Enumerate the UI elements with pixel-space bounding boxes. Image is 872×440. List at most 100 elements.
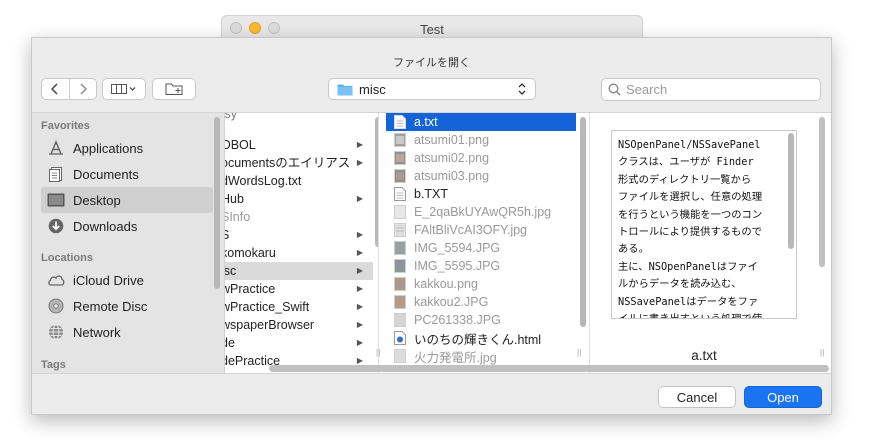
sidebar-item-label: Network (73, 324, 121, 340)
cancel-button[interactable]: Cancel (658, 386, 736, 408)
sidebar-item-network[interactable]: Network (41, 319, 213, 345)
list-item[interactable]: Hub▶ (225, 190, 373, 208)
sidebar-item-label: Documents (73, 166, 139, 182)
image-file-icon (394, 241, 406, 255)
image-file-icon (394, 313, 406, 327)
list-item[interactable]: ocumentsのエイリアス ▶ (225, 154, 373, 172)
file-item[interactable]: atsumi03.png (386, 167, 576, 185)
file-item[interactable]: E_2qaBkUYAwQR5h.jpg (386, 203, 576, 221)
preview-pane: NSOpenPanel/NSSavePanel クラスは、ユーザが Finder… (591, 113, 831, 373)
sidebar-item-desktop[interactable]: Desktop (41, 187, 213, 213)
search-icon (608, 83, 621, 96)
window-title: Test (420, 22, 444, 37)
up-down-arrows-icon (518, 83, 526, 95)
back-button[interactable] (42, 79, 69, 99)
open-file-dialog: ファイルを開く misc Search Favorites Applicatio… (31, 37, 832, 415)
icloud-icon (47, 271, 65, 289)
file-item[interactable]: kakkou.png (386, 275, 576, 293)
column-misc-folder: a.txt atsumi01.png atsumi02.png atsumi03… (385, 113, 590, 373)
image-file-icon (394, 295, 406, 309)
chevron-right-icon: ▶ (356, 338, 363, 347)
list-item[interactable]: de▶ (225, 334, 373, 352)
preview-scrollbar[interactable] (788, 133, 794, 249)
network-icon (47, 323, 65, 341)
list-item[interactable]: S▶ (225, 226, 373, 244)
horizontal-scrollbar[interactable] (269, 365, 829, 372)
sidebar-item-downloads[interactable]: Downloads (41, 213, 213, 239)
list-item[interactable]: dWordsLog.txt (225, 172, 373, 190)
sidebar-item-applications[interactable]: Applications (41, 135, 213, 161)
chevron-right-icon: ▶ (356, 302, 363, 311)
downloads-icon (47, 217, 65, 235)
sidebar-item-icloud-drive[interactable]: iCloud Drive (41, 267, 213, 293)
text-file-icon (394, 115, 406, 129)
image-file-icon (394, 169, 406, 183)
column-resize-handle[interactable]: | | (577, 348, 582, 357)
list-item[interactable]: wspaperBrowser ▶ (225, 316, 373, 334)
dialog-title: ファイルを開く (393, 57, 470, 69)
column-resize-handle[interactable]: | | (376, 348, 381, 357)
image-file-icon (394, 259, 406, 273)
file-item[interactable]: kakkou2.JPG (386, 293, 576, 311)
image-file-icon (394, 349, 406, 363)
file-item[interactable]: IMG_5595.JPG (386, 257, 576, 275)
column1-scrollbar[interactable] (375, 117, 378, 247)
sidebar-item-remote-disc[interactable]: Remote Disc (41, 293, 213, 319)
back-forward-group (41, 78, 97, 100)
file-item[interactable]: b.TXT (386, 185, 576, 203)
folder-icon (337, 84, 353, 95)
path-popup[interactable]: misc (328, 78, 536, 100)
file-item[interactable]: IMG_5594.JPG (386, 239, 576, 257)
image-file-icon (394, 151, 406, 165)
list-item[interactable]: OBOL▶ (225, 136, 373, 154)
list-item[interactable]: wPractice ▶ (225, 280, 373, 298)
applications-icon (47, 139, 65, 157)
preview-pane-scrollbar[interactable] (819, 117, 825, 267)
chevron-right-icon: ▶ (356, 320, 363, 329)
list-item[interactable]: komokaru ▶ (225, 244, 373, 262)
favorites-header: Favorites (41, 120, 90, 132)
sidebar-item-documents[interactable]: Documents (41, 161, 213, 187)
image-file-icon (394, 223, 406, 237)
list-item[interactable]: .sy (225, 113, 373, 123)
column2-scrollbar[interactable] (580, 117, 586, 327)
sidebar-item-label: Remote Disc (73, 298, 148, 314)
forward-button[interactable] (68, 79, 97, 99)
column-parent-folder: .sy OBOL▶ ocumentsのエイリアス▶ dWordsLog.txt … (225, 113, 379, 373)
chevron-left-icon (51, 83, 58, 95)
tags-header: Tags (41, 359, 66, 371)
preview-text: NSOpenPanel/NSSavePanel クラスは、ユーザが Finder… (618, 139, 763, 318)
file-item[interactable]: atsumi02.png (386, 149, 576, 167)
chevron-right-icon: ▶ (356, 158, 363, 167)
html-file-icon (394, 331, 406, 345)
file-item[interactable]: いのちの輝きくん.html (386, 329, 576, 347)
browser-content: Favorites Applications Documents Desktop (32, 112, 831, 374)
locations-header: Locations (41, 252, 93, 264)
file-item[interactable]: 火力発電所.jpg (386, 347, 576, 365)
chevron-right-icon: ▶ (356, 248, 363, 257)
image-file-icon (394, 133, 406, 147)
chevron-right-icon (80, 83, 87, 95)
list-item-selected[interactable]: isc▶ (225, 262, 373, 280)
search-field[interactable] (601, 78, 821, 101)
text-file-icon (394, 187, 406, 201)
open-button[interactable]: Open (744, 386, 822, 408)
path-label: misc (359, 81, 386, 97)
file-item[interactable]: PC261338.JPG (386, 311, 576, 329)
file-item[interactable]: atsumi01.png (386, 131, 576, 149)
sidebar-item-label: Downloads (73, 218, 138, 234)
new-folder-button[interactable] (152, 78, 196, 100)
list-item[interactable]: SInfo (225, 208, 373, 226)
sidebar-scrollbar[interactable] (214, 117, 220, 289)
sidebar-item-label: Applications (73, 140, 144, 156)
search-input[interactable] (626, 82, 806, 97)
file-item-selected[interactable]: a.txt (386, 113, 576, 131)
view-mode-button[interactable] (102, 78, 146, 100)
desktop-icon (47, 191, 65, 209)
preview-filename: a.txt (691, 348, 717, 363)
column-resize-handle[interactable]: | | (820, 348, 825, 357)
sidebar-item-label: iCloud Drive (73, 272, 144, 288)
file-item[interactable]: FAltBliVcAI3OFY.jpg (386, 221, 576, 239)
chevron-right-icon: ▶ (356, 140, 363, 149)
list-item[interactable]: wPractice_Swift ▶ (225, 298, 373, 316)
